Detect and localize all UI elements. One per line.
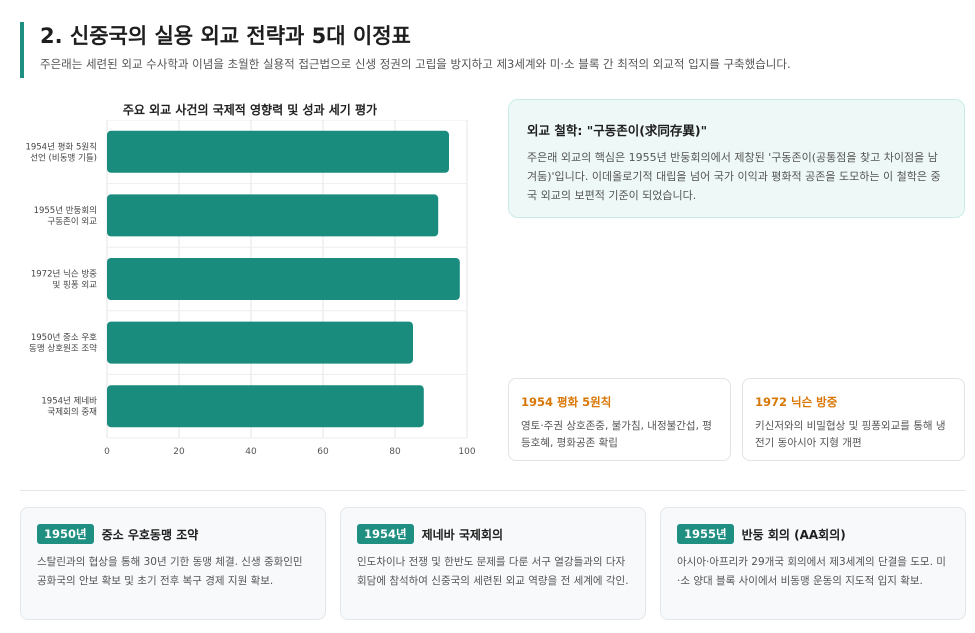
category-label: 1955년 반둥회의 bbox=[34, 205, 97, 216]
category-label: 선언 (비동맹 기틀) bbox=[30, 152, 97, 163]
section-divider bbox=[20, 490, 965, 491]
category-label: 1972년 닉슨 방중 bbox=[31, 269, 97, 280]
page-subtitle: 주은래는 세련된 외교 수사학과 이념을 초월한 실용적 접근법으로 신생 정권… bbox=[40, 57, 791, 71]
x-tick-label: 80 bbox=[389, 447, 401, 457]
bar-chart: 0 20 40 60 80 100 1954년 평화 5원칙선언 (비동맹 기틀) 1955년… bbox=[25, 120, 476, 457]
category-label: 1954년 평화 5원칙 bbox=[25, 141, 97, 152]
timeline-card-body: 인도차이나 전쟁 및 한반도 문제를 다룬 서구 열강들과의 다자회담에 참석하… bbox=[357, 556, 629, 587]
category-label: 구동존이 외교 bbox=[47, 216, 97, 227]
x-tick-label: 100 bbox=[458, 447, 475, 457]
mini-card-nixon-visit: 1972 닉슨 방중 키신저와의 비밀협상 및 핑퐁외교를 통해 냉전기 동아시… bbox=[742, 378, 965, 461]
x-tick-label: 60 bbox=[317, 447, 329, 457]
timeline-card-body: 아시아·아프리카 29개국 회의에서 제3세계의 단결을 도모. 미·소 양대 … bbox=[677, 556, 946, 587]
philosophy-card: 외교 철학: "구동존이(求同存異)" 주은래 외교의 핵심은 1955년 반둥… bbox=[508, 99, 965, 218]
timeline-card-title: 중소 우호동맹 조약 bbox=[101, 527, 199, 542]
bar bbox=[107, 194, 439, 237]
category-label: 1954년 제네바 bbox=[41, 396, 97, 407]
timeline-card-1954: 1954년 제네바 국제회의 인도차이나 전쟁 및 한반도 문제를 다룬 서구 … bbox=[340, 507, 646, 620]
category-label: 및 핑퐁 외교 bbox=[52, 280, 97, 291]
mini-card-title: 1954 평화 5원칙 bbox=[521, 395, 612, 409]
mini-card-body: 영토·주권 상호존중, 불가침, 내정불간섭, 평등호혜, 평화공존 확립 bbox=[521, 420, 712, 449]
mini-card-title: 1972 닉슨 방중 bbox=[755, 395, 838, 409]
bar bbox=[107, 258, 460, 300]
year-badge: 1955년 bbox=[677, 524, 734, 544]
timeline-card-1950: 1950년 중소 우호동맹 조약 스탈린과의 협상을 통해 30년 기한 동맹 … bbox=[20, 507, 326, 620]
timeline-card-title: 반둥 회의 (AA회의) bbox=[741, 527, 846, 542]
bar bbox=[107, 385, 424, 428]
mini-card-peace-principles: 1954 평화 5원칙 영토·주권 상호존중, 불가침, 내정불간섭, 평등호혜… bbox=[508, 378, 731, 461]
x-tick-label: 20 bbox=[173, 447, 185, 457]
chart-title: 주요 외교 사건의 국제적 영향력 및 성과 세기 평가 bbox=[122, 103, 378, 117]
timeline-card-title: 제네바 국제회의 bbox=[421, 527, 504, 542]
year-badge: 1954년 bbox=[357, 524, 414, 544]
page-header: 2. 신중국의 실용 외교 전략과 5대 이정표 주은래는 세련된 외교 수사학… bbox=[20, 22, 950, 78]
category-label: 국제회의 중재 bbox=[47, 407, 97, 418]
mini-card-body: 키신저와의 비밀협상 및 핑퐁외교를 통해 냉전기 동아시아 지형 개편 bbox=[755, 420, 946, 449]
category-label: 1950년 중소 우호 bbox=[31, 332, 97, 343]
category-label: 동맹 상호원조 조약 bbox=[29, 343, 97, 354]
bar bbox=[107, 130, 449, 173]
page-title: 2. 신중국의 실용 외교 전략과 5대 이정표 bbox=[40, 24, 411, 48]
philosophy-body: 주은래 외교의 핵심은 1955년 반둥회의에서 제창된 '구동존이(공통점을 … bbox=[527, 151, 941, 202]
x-tick-label: 40 bbox=[245, 447, 257, 457]
timeline-card-1955: 1955년 반둥 회의 (AA회의) 아시아·아프리카 29개국 회의에서 제3… bbox=[660, 507, 966, 620]
x-tick-label: 0 bbox=[104, 447, 110, 457]
year-badge: 1950년 bbox=[37, 524, 94, 544]
philosophy-title: 외교 철학: "구동존이(求同存異)" bbox=[527, 123, 708, 138]
timeline-card-body: 스탈린과의 협상을 통해 30년 기한 동맹 체결. 신생 중화인민공화국의 안… bbox=[37, 556, 303, 587]
bar bbox=[107, 321, 413, 364]
